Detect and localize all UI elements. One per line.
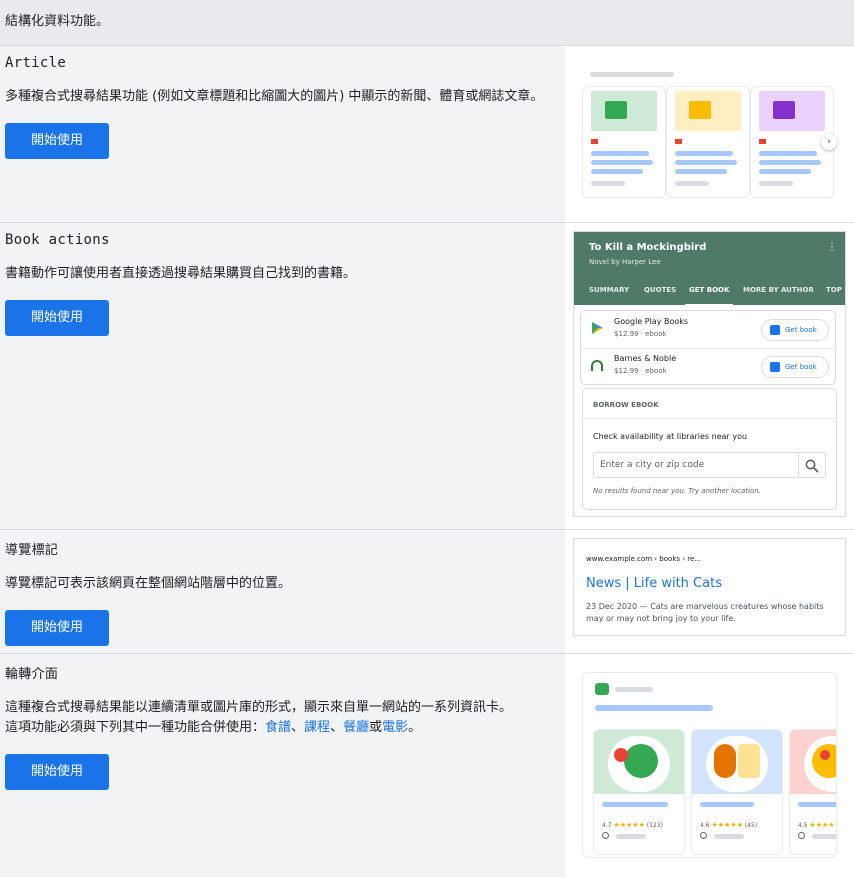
link-restaurants[interactable]: 餐廳 bbox=[343, 720, 369, 735]
feature-description: 書籍動作可讓使用者直接透過搜尋結果購買自己找到的書籍。 bbox=[5, 266, 357, 281]
more-vert-icon: ⋮ bbox=[827, 242, 837, 253]
carousel-card: 4.7 ★★★★★ (123) bbox=[593, 729, 685, 855]
get-book-button: Get book bbox=[761, 319, 829, 341]
store-name: Google Play Books bbox=[614, 317, 689, 326]
search-icon bbox=[805, 459, 819, 473]
tab-get-book: GET BOOK bbox=[684, 286, 734, 306]
store-price: $12.99 · ebook bbox=[614, 367, 667, 375]
book-subtitle: Novel by Harper Lee bbox=[589, 258, 661, 266]
article-card bbox=[582, 86, 666, 198]
feature-description: 導覽標記可表示該網頁在整個網站階層中的位置。 bbox=[5, 576, 292, 591]
breadcrumb-url: www.example.com › books › re... bbox=[586, 555, 701, 563]
no-results-text: No results found near you. Try another l… bbox=[593, 487, 761, 495]
feature-title: Book actions bbox=[5, 232, 110, 248]
star-rating-icon: ★★★★★ bbox=[809, 821, 836, 829]
header-text: 結構化資料功能。 bbox=[5, 14, 110, 29]
link-movies[interactable]: 電影 bbox=[382, 720, 408, 735]
feature-description: 多種複合式搜尋結果功能 (例如文章標題和比縮圖大的圖片) 中顯示的新聞、體育或網… bbox=[5, 89, 544, 104]
feature-row-article: Article 多種複合式搜尋結果功能 (例如文章標題和比縮圖大的圖片) 中顯示… bbox=[0, 46, 854, 223]
tab-summary: SUMMARY bbox=[589, 286, 630, 294]
borrow-title: BORROW EBOOK bbox=[593, 401, 659, 409]
feature-row-carousel: 輪轉介面 這種複合式搜尋結果能以連續清單或圖片庫的形式，顯示來自單一網站的一系列… bbox=[0, 654, 854, 877]
article-icon bbox=[773, 101, 795, 119]
tab-more-by-author: MORE BY AUTHOR bbox=[743, 286, 814, 294]
play-books-icon bbox=[592, 322, 603, 334]
clock-icon bbox=[798, 832, 805, 839]
store-price: $12.99 · ebook bbox=[614, 330, 667, 338]
page: 結構化資料功能。 Article 多種複合式搜尋結果功能 (例如文章標題和比縮圖… bbox=[0, 0, 854, 877]
book-header: To Kill a Mockingbird Novel by Harper Le… bbox=[574, 232, 845, 306]
result-snippet: 23 Dec 2020 — Cats are marvelous creatur… bbox=[586, 602, 824, 623]
store-name: Barnes & Noble bbox=[614, 354, 677, 363]
borrow-ebook-card: BORROW EBOOK Check availability at libra… bbox=[582, 388, 837, 510]
link-recipes[interactable]: 食譜 bbox=[265, 720, 291, 735]
carousel-card: 4.5 ★★★★★ bbox=[789, 729, 836, 855]
rating: 4.6 ★★★★★ (45) bbox=[700, 821, 758, 829]
feature-row-breadcrumb: 導覽標記 導覽標記可表示該網頁在整個網站階層中的位置。 開始使用 www.exa… bbox=[0, 530, 854, 654]
zip-placeholder: Enter a city or zip code bbox=[600, 460, 705, 470]
rating: 4.5 ★★★★★ bbox=[798, 821, 836, 829]
get-started-button[interactable]: 開始使用 bbox=[5, 610, 109, 646]
page-header: 結構化資料功能。 bbox=[0, 0, 854, 46]
article-icon bbox=[689, 101, 711, 119]
clock-icon bbox=[602, 832, 609, 839]
carousel-card: 4.6 ★★★★★ (45) bbox=[691, 729, 783, 855]
carousel-thumbnail: 4.7 ★★★★★ (123) 4.6 ★★★★★ (45) 4.5 ★★★★ bbox=[565, 654, 854, 877]
article-icon bbox=[605, 101, 627, 119]
article-thumbnail: › bbox=[565, 46, 854, 222]
store-row: Barnes & Noble $12.99 · ebook Get book bbox=[581, 348, 837, 386]
get-book-button: Get book bbox=[761, 356, 829, 378]
rating: 4.7 ★★★★★ (123) bbox=[602, 821, 663, 829]
star-rating-icon: ★★★★★ bbox=[711, 821, 743, 829]
clock-icon bbox=[700, 832, 707, 839]
book-title: To Kill a Mockingbird bbox=[589, 242, 707, 253]
barnes-noble-icon bbox=[591, 360, 603, 371]
result-title: News | Life with Cats bbox=[586, 576, 722, 591]
get-started-button[interactable]: 開始使用 bbox=[5, 754, 109, 790]
breadcrumb-thumbnail: www.example.com › books › re... News | L… bbox=[565, 530, 854, 653]
feature-title: 導覽標記 bbox=[5, 543, 59, 558]
feature-title: 輪轉介面 bbox=[5, 667, 59, 682]
borrow-text: Check availability at libraries near you bbox=[593, 432, 748, 441]
tab-quotes: QUOTES bbox=[644, 286, 677, 294]
store-row: Google Play Books $12.99 · ebook Get boo… bbox=[581, 311, 837, 349]
zip-field: Enter a city or zip code bbox=[593, 452, 826, 478]
chevron-right-icon: › bbox=[821, 134, 837, 150]
get-started-button[interactable]: 開始使用 bbox=[5, 300, 109, 336]
feature-title: Article bbox=[5, 55, 67, 71]
book-icon bbox=[770, 325, 780, 335]
article-card bbox=[666, 86, 750, 198]
feature-row-book-actions: Book actions 書籍動作可讓使用者直接透過搜尋結果購買自己找到的書籍。… bbox=[0, 223, 854, 530]
recipe-icon bbox=[595, 683, 609, 695]
tab-top: TOP bbox=[826, 286, 842, 294]
feature-description: 這種複合式搜尋結果能以連續清單或圖片庫的形式，顯示來自單一網站的一系列資訊卡。 … bbox=[5, 700, 513, 735]
book-actions-thumbnail: To Kill a Mockingbird Novel by Harper Le… bbox=[565, 223, 854, 529]
get-started-button[interactable]: 開始使用 bbox=[5, 123, 109, 159]
star-rating-icon: ★★★★★ bbox=[613, 821, 645, 829]
book-icon bbox=[770, 362, 780, 372]
link-courses[interactable]: 課程 bbox=[304, 720, 330, 735]
